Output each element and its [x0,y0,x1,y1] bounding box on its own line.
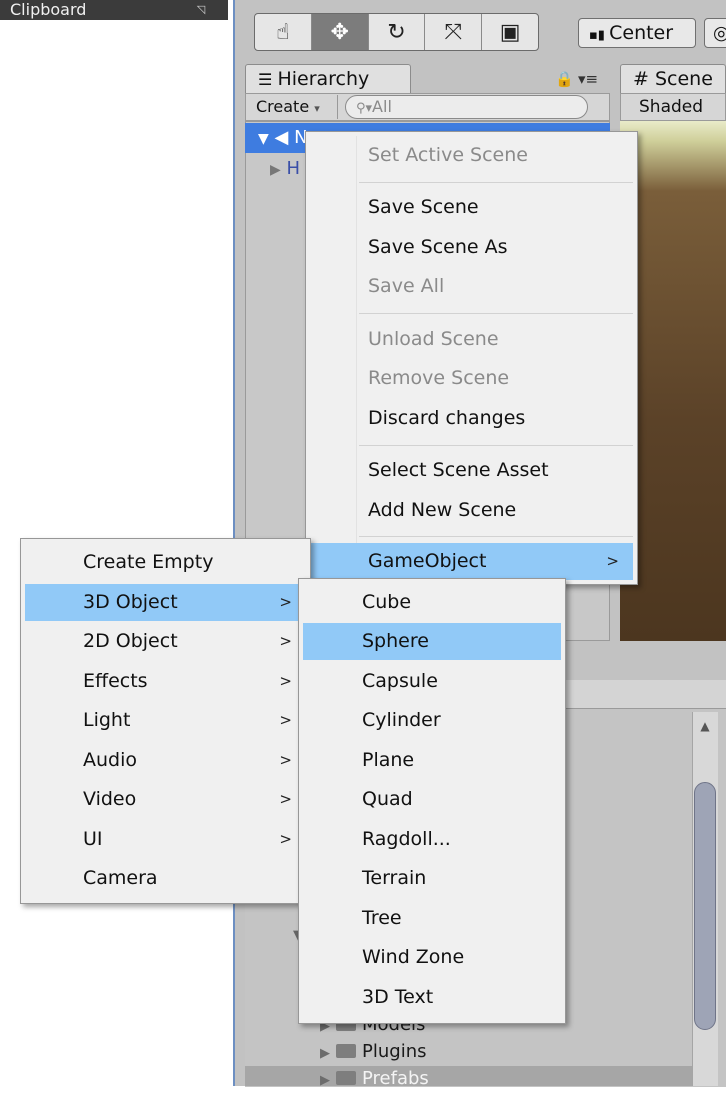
menu-item-label: Video [83,788,137,810]
menu-item-label: Light [83,709,131,731]
3d-object-submenu: Cube Sphere Capsule Cylinder Plane Quad … [298,578,566,1024]
menu-separator [359,313,633,314]
menu-item-gameobject[interactable]: GameObject > [310,543,633,580]
submenu-arrow-icon: > [279,790,292,808]
menu-item-2d-object[interactable]: 2D Object > [25,623,306,660]
scale-tool-icon[interactable]: ⤧ [425,14,483,50]
folder-icon [336,1071,356,1085]
create-label: Create [256,97,310,116]
chevron-down-icon: ▾ [314,102,320,115]
transform-tools: ☝ ✥ ↻ ⤧ ▣ [254,13,539,51]
submenu-arrow-icon: > [279,830,292,848]
submenu-arrow-icon: > [606,552,619,570]
menu-item-quad[interactable]: Quad [303,781,561,818]
menu-item-label: GameObject [368,550,487,572]
menu-item-plane[interactable]: Plane [303,742,561,779]
create-dropdown[interactable]: Create ▾ [248,95,338,119]
menu-item-save-all[interactable]: Save All [310,268,633,305]
rotate-tool-icon[interactable]: ↻ [369,14,426,50]
scroll-up-arrow-icon[interactable]: ▲ [696,716,714,736]
rect-tool-icon[interactable]: ▣ [482,14,538,50]
panel-menu-icon[interactable]: ▾≡ [578,70,598,88]
tab-scene[interactable]: # Scene [620,64,726,94]
submenu-arrow-icon: > [279,632,292,650]
child-name: H [286,158,301,179]
menu-item-wind-zone[interactable]: Wind Zone [303,939,561,976]
folder-row-plugins[interactable]: ▶ Plugins [320,1040,426,1066]
move-tool-icon[interactable]: ✥ [311,14,369,50]
menu-item-terrain[interactable]: Terrain [303,860,561,897]
scene-tab-label: Scene [654,68,713,90]
expand-arrow-icon: ▼ [258,131,269,147]
submenu-arrow-icon: > [279,593,292,611]
hand-tool-icon[interactable]: ☝ [255,14,312,50]
menu-separator [359,182,633,183]
menu-item-select-scene-asset[interactable]: Select Scene Asset [310,452,633,489]
gameobject-submenu: Create Empty 3D Object > 2D Object > Effec… [20,538,311,904]
menu-separator [359,536,633,537]
collapsed-arrow-icon: ▶ [320,1046,330,1061]
menu-item-label: Effects [83,670,148,692]
menu-item-ragdoll[interactable]: Ragdoll... [303,821,561,858]
menu-item-cylinder[interactable]: Cylinder [303,702,561,739]
folder-row-prefabs[interactable]: ▶ Prefabs [320,1067,429,1093]
menu-item-tree[interactable]: Tree [303,900,561,937]
lock-icon[interactable]: 🔒 [555,70,574,88]
scene-row-label: ▼ ◀ N [258,126,308,151]
menu-item-video[interactable]: Video > [25,781,306,818]
menu-separator [359,445,633,446]
menu-item-discard-changes[interactable]: Discard changes [310,400,633,437]
menu-item-save-scene[interactable]: Save Scene [310,189,633,226]
hierarchy-tab-label: Hierarchy [277,68,370,90]
menu-item-capsule[interactable]: Capsule [303,663,561,700]
menu-item-label: 2D Object [83,630,178,652]
folder-label: Plugins [362,1041,427,1062]
scroll-thumb[interactable] [694,782,716,1030]
menu-item-ui[interactable]: UI > [25,821,306,858]
menu-item-cube[interactable]: Cube [303,584,561,621]
menu-item-set-active-scene[interactable]: Set Active Scene [310,137,633,174]
menu-item-label: Audio [83,749,138,771]
folder-icon [336,1044,356,1058]
tab-hierarchy[interactable]: ☰ Hierarchy [245,64,411,94]
collapsed-arrow-icon: ▶ [270,162,281,178]
pivot-center-button[interactable]: ▪▮ Center [578,18,696,48]
submenu-arrow-icon: > [279,711,292,729]
menu-item-light[interactable]: Light > [25,702,306,739]
pivot-rotation-button[interactable]: ◎ [704,18,726,48]
menu-item-3d-text[interactable]: 3D Text [303,979,561,1016]
scene-grid-icon: # [633,68,649,90]
menu-item-effects[interactable]: Effects > [25,663,306,700]
menu-item-add-new-scene[interactable]: Add New Scene [310,492,633,529]
pivot-label: Center [609,22,674,44]
menu-item-sphere[interactable]: Sphere [303,623,561,660]
global-icon: ◎ [713,22,726,44]
menu-item-camera[interactable]: Camera [25,860,306,897]
menu-item-label: 3D Object [83,591,178,613]
menu-item-unload-scene[interactable]: Unload Scene [310,321,633,358]
search-icon: ⚲▾ [356,101,373,116]
menu-item-save-scene-as[interactable]: Save Scene As [310,229,633,266]
menu-item-label: UI [83,828,103,850]
menu-item-3d-object[interactable]: 3D Object > [25,584,306,621]
dialog-launcher-icon[interactable]: ◹ [194,3,208,17]
submenu-arrow-icon: > [279,751,292,769]
hierarchy-child-row[interactable]: ▶ H [270,157,300,182]
menu-item-remove-scene[interactable]: Remove Scene [310,360,633,397]
menu-item-create-empty[interactable]: Create Empty [25,544,306,581]
hierarchy-search-input[interactable]: ⚲▾All [345,95,588,119]
unity-scene-icon: ◀ [274,127,289,148]
menu-item-audio[interactable]: Audio > [25,742,306,779]
hierarchy-list-icon: ☰ [258,70,278,89]
search-placeholder: All [372,97,392,116]
collapsed-arrow-icon: ▶ [320,1073,330,1088]
shading-mode-dropdown[interactable]: Shaded [620,93,726,121]
selected-folder-row-bg [245,1066,692,1086]
pivot-icon: ▪▮ [589,28,610,43]
submenu-arrow-icon: > [279,672,292,690]
scene-context-menu: Set Active Scene Save Scene Save Scene A… [305,131,638,585]
